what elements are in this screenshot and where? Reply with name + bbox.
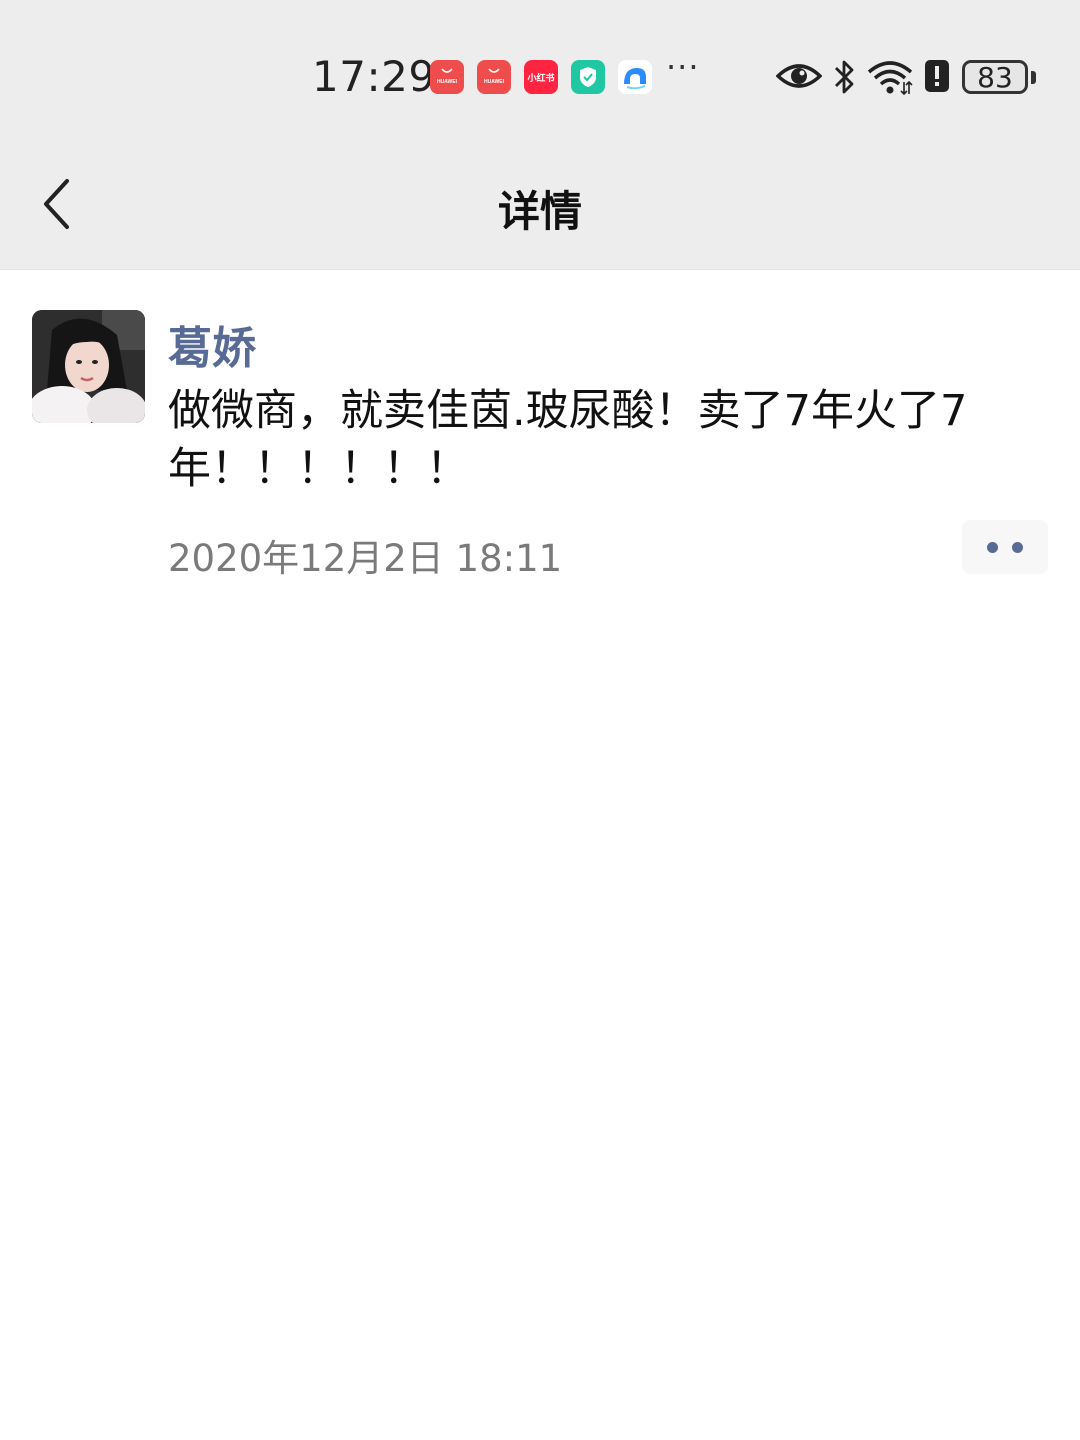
browser-icon (618, 60, 652, 94)
post-timestamp: 2020年12月2日 18:11 (168, 537, 563, 580)
alert-icon (924, 58, 950, 98)
svg-text:HUAWEI: HUAWEI (484, 79, 505, 85)
status-time: 17:29 (312, 52, 436, 101)
two-dots-icon (1012, 541, 1023, 553)
svg-text:HUAWEI: HUAWEI (437, 79, 458, 85)
author-name[interactable]: 葛娇 (168, 312, 256, 376)
avatar[interactable] (32, 310, 145, 423)
eye-icon (775, 58, 823, 98)
two-dots-icon (987, 541, 998, 553)
status-bar: 17:29 HUAWEI HUAWEI 小红书 ··· 83 (0, 40, 1080, 120)
huawei-appgallery-icon: HUAWEI (477, 60, 511, 94)
more-actions-button[interactable] (962, 520, 1048, 574)
bluetooth-icon (832, 58, 858, 100)
page-title: 详情 (497, 187, 582, 236)
more-notifications-icon: ··· (666, 48, 700, 86)
top-bar: 17:29 HUAWEI HUAWEI 小红书 ··· 83 详情 (0, 0, 1080, 270)
huawei-appgallery-icon: HUAWEI (430, 60, 464, 94)
post-text: 做微商，就卖佳茵.玻尿酸！卖了7年火了7年！！！！！！ (168, 386, 968, 494)
security-shield-icon (571, 60, 605, 94)
wifi-icon (866, 58, 914, 100)
battery-level: 83 (962, 60, 1028, 94)
battery-icon (1031, 71, 1036, 84)
xiaohongshu-icon: 小红书 (524, 60, 558, 94)
